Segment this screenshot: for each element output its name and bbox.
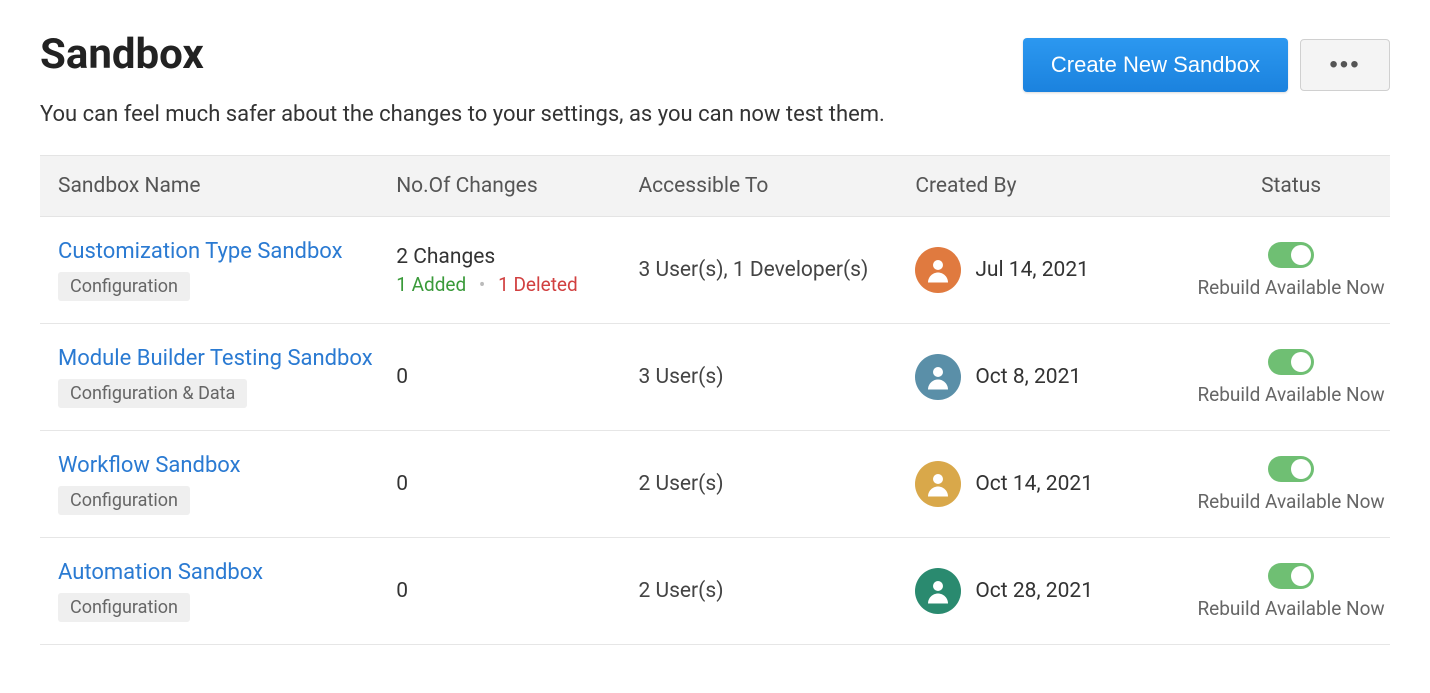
col-changes: No.Of Changes [396, 174, 638, 198]
created-date: Jul 14, 2021 [975, 258, 1089, 282]
status-text: Rebuild Available Now [1197, 383, 1384, 406]
col-name: Sandbox Name [40, 174, 396, 198]
table-header: Sandbox Name No.Of Changes Accessible To… [40, 155, 1390, 217]
creator-avatar [915, 461, 961, 507]
sandbox-name-link[interactable]: Customization Type Sandbox [58, 239, 396, 264]
status-text: Rebuild Available Now [1197, 597, 1384, 620]
changes-count: 0 [396, 579, 638, 603]
col-created: Created By [915, 174, 1192, 198]
accessible-to: 2 User(s) [638, 579, 915, 603]
sandbox-type-chip: Configuration [58, 272, 190, 301]
sandbox-type-chip: Configuration [58, 486, 190, 515]
created-date: Oct 28, 2021 [975, 579, 1093, 603]
changes-count: 0 [396, 365, 638, 389]
col-access: Accessible To [638, 174, 915, 198]
creator-avatar [915, 354, 961, 400]
table-row: Customization Type Sandbox Configuration… [40, 217, 1390, 324]
sandbox-type-chip: Configuration & Data [58, 379, 247, 408]
changes-count: 0 [396, 472, 638, 496]
table-row: Automation Sandbox Configuration 0 2 Use… [40, 538, 1390, 645]
page-subtitle: You can feel much safer about the change… [40, 102, 1390, 127]
accessible-to: 3 User(s), 1 Developer(s) [638, 258, 915, 282]
table-row: Workflow Sandbox Configuration 0 2 User(… [40, 431, 1390, 538]
col-status: Status [1192, 174, 1390, 198]
status-toggle[interactable] [1268, 456, 1314, 482]
status-toggle[interactable] [1268, 349, 1314, 375]
table-row: Module Builder Testing Sandbox Configura… [40, 324, 1390, 431]
creator-avatar [915, 568, 961, 614]
created-date: Oct 14, 2021 [975, 472, 1093, 496]
page-title: Sandbox [40, 30, 204, 79]
status-text: Rebuild Available Now [1197, 276, 1384, 299]
accessible-to: 3 User(s) [638, 365, 915, 389]
created-date: Oct 8, 2021 [975, 365, 1081, 389]
sandbox-name-link[interactable]: Workflow Sandbox [58, 453, 396, 478]
dot-separator: • [479, 273, 485, 296]
sandbox-table: Sandbox Name No.Of Changes Accessible To… [40, 155, 1390, 645]
creator-avatar [915, 247, 961, 293]
sandbox-type-chip: Configuration [58, 593, 190, 622]
sandbox-name-link[interactable]: Module Builder Testing Sandbox [58, 346, 396, 371]
status-toggle[interactable] [1268, 242, 1314, 268]
added-count: 1 Added [396, 273, 466, 296]
sandbox-name-link[interactable]: Automation Sandbox [58, 560, 396, 585]
status-toggle[interactable] [1268, 563, 1314, 589]
more-actions-button[interactable]: ••• [1300, 39, 1390, 91]
deleted-count: 1 Deleted [498, 273, 578, 296]
changes-count: 2 Changes [396, 245, 638, 269]
accessible-to: 2 User(s) [638, 472, 915, 496]
status-text: Rebuild Available Now [1197, 490, 1384, 513]
create-sandbox-button[interactable]: Create New Sandbox [1023, 38, 1288, 92]
